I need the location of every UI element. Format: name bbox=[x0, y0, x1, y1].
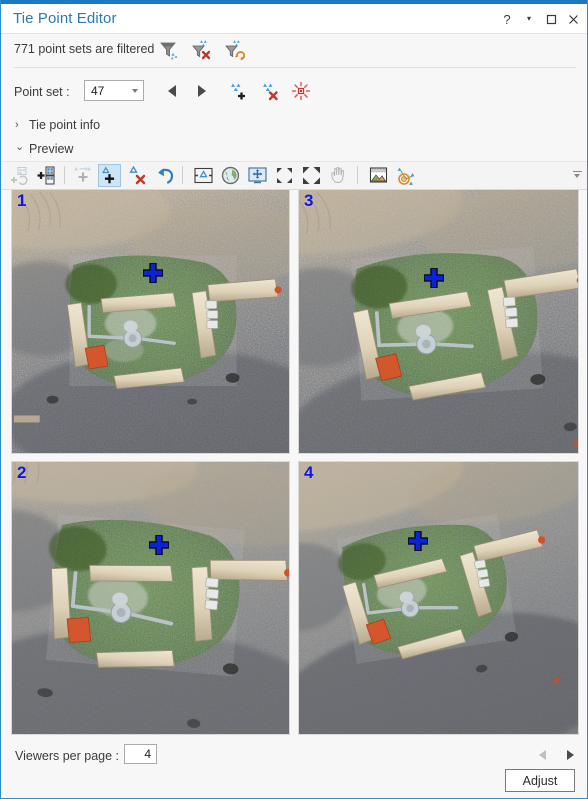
viewer-4-label: 4 bbox=[304, 463, 314, 482]
clear-filter-icon[interactable] bbox=[189, 37, 215, 63]
add-tie-point-icon[interactable] bbox=[98, 164, 121, 187]
viewer-2-image bbox=[12, 462, 289, 734]
filter-bar: 771 point sets are filtered bbox=[1, 34, 587, 68]
help-button[interactable]: ? bbox=[497, 9, 517, 29]
transfer-point-icon[interactable] bbox=[72, 164, 95, 187]
undo-icon[interactable] bbox=[154, 164, 177, 187]
add-point-set-icon[interactable] bbox=[225, 79, 249, 103]
filter-icon[interactable] bbox=[156, 37, 182, 63]
dropdown-menu-button[interactable]: ▾ bbox=[519, 9, 539, 29]
zoom-out-icon[interactable] bbox=[300, 164, 323, 187]
fit-to-point-icon[interactable] bbox=[192, 164, 215, 187]
pan-hand-icon[interactable] bbox=[327, 164, 350, 187]
highlight-point-set-icon[interactable] bbox=[289, 79, 313, 103]
previous-page-button[interactable] bbox=[532, 745, 552, 765]
delete-tie-point-icon[interactable] bbox=[126, 164, 149, 187]
triangle-left-icon bbox=[168, 85, 176, 97]
window-controls: ? ▾ bbox=[497, 9, 583, 29]
show-image-icon[interactable] bbox=[367, 164, 390, 187]
section-preview-label: Preview bbox=[29, 142, 74, 156]
previous-point-set-button[interactable] bbox=[161, 80, 183, 102]
chevron-down-icon bbox=[132, 89, 138, 93]
viewers-per-page-label: Viewers per page : bbox=[15, 749, 119, 763]
toolbar-separator-3 bbox=[357, 166, 358, 184]
viewer-1-label: 1 bbox=[17, 191, 27, 210]
point-set-label: Point set : bbox=[14, 85, 70, 99]
point-set-bar: Point set : 47 bbox=[1, 78, 587, 108]
viewer-2[interactable]: 2 bbox=[11, 461, 290, 735]
viewer-2-label: 2 bbox=[17, 463, 27, 482]
next-point-set-button[interactable] bbox=[191, 80, 213, 102]
viewer-4[interactable]: 4 bbox=[298, 461, 579, 735]
next-page-button[interactable] bbox=[560, 745, 580, 765]
reset-point-icon[interactable] bbox=[8, 164, 31, 187]
window-title: Tie Point Editor bbox=[13, 10, 117, 27]
viewer-3-label: 3 bbox=[304, 191, 314, 210]
viewer-1[interactable]: 1 bbox=[11, 189, 290, 454]
refresh-filter-icon[interactable] bbox=[222, 37, 248, 63]
close-button[interactable] bbox=[563, 9, 583, 29]
section-tie-point-info-label: Tie point info bbox=[29, 118, 101, 132]
maximize-button[interactable] bbox=[541, 9, 561, 29]
sync-viewers-icon[interactable] bbox=[246, 164, 269, 187]
preview-toolbar bbox=[2, 161, 587, 190]
viewers-per-page-value: 4 bbox=[144, 747, 151, 761]
delete-point-set-icon[interactable] bbox=[257, 79, 281, 103]
zoom-in-icon[interactable] bbox=[273, 164, 296, 187]
viewer-grid: 1 3 2 4 bbox=[1, 189, 587, 735]
filter-divider bbox=[14, 67, 576, 68]
viewer-3-image bbox=[299, 190, 578, 453]
viewer-1-image bbox=[12, 190, 289, 453]
viewers-per-page-input[interactable]: 4 bbox=[124, 744, 157, 764]
triangle-left-icon-page bbox=[538, 750, 546, 760]
section-preview[interactable]: ⌄ Preview bbox=[1, 140, 587, 161]
toolbar-separator-1 bbox=[64, 166, 65, 184]
tie-point-editor-window: Tie Point Editor ? ▾ 771 point sets are … bbox=[0, 0, 588, 799]
globe-icon[interactable] bbox=[219, 164, 242, 187]
toolbar-separator-2 bbox=[182, 166, 183, 184]
viewer-4-image bbox=[299, 462, 578, 734]
chevron-right-icon: › bbox=[15, 119, 19, 131]
titlebar: Tie Point Editor ? ▾ bbox=[1, 4, 587, 34]
viewer-3[interactable]: 3 bbox=[298, 189, 579, 454]
point-target-icon[interactable] bbox=[394, 164, 417, 187]
triangle-right-icon-page bbox=[566, 750, 574, 760]
chevron-down-icon-preview: ⌄ bbox=[15, 141, 25, 153]
filter-status-text: 771 point sets are filtered bbox=[14, 42, 155, 56]
adjust-button[interactable]: Adjust bbox=[505, 769, 575, 792]
add-points-grid-icon[interactable] bbox=[35, 164, 58, 187]
triangle-right-icon bbox=[198, 85, 206, 97]
point-set-dropdown[interactable]: 47 bbox=[84, 80, 144, 101]
toolbar-overflow-button[interactable] bbox=[573, 171, 582, 178]
section-tie-point-info[interactable]: › Tie point info bbox=[1, 116, 587, 137]
bottom-bar: Viewers per page : 4 Adjust bbox=[2, 736, 587, 797]
point-set-value: 47 bbox=[91, 84, 105, 98]
